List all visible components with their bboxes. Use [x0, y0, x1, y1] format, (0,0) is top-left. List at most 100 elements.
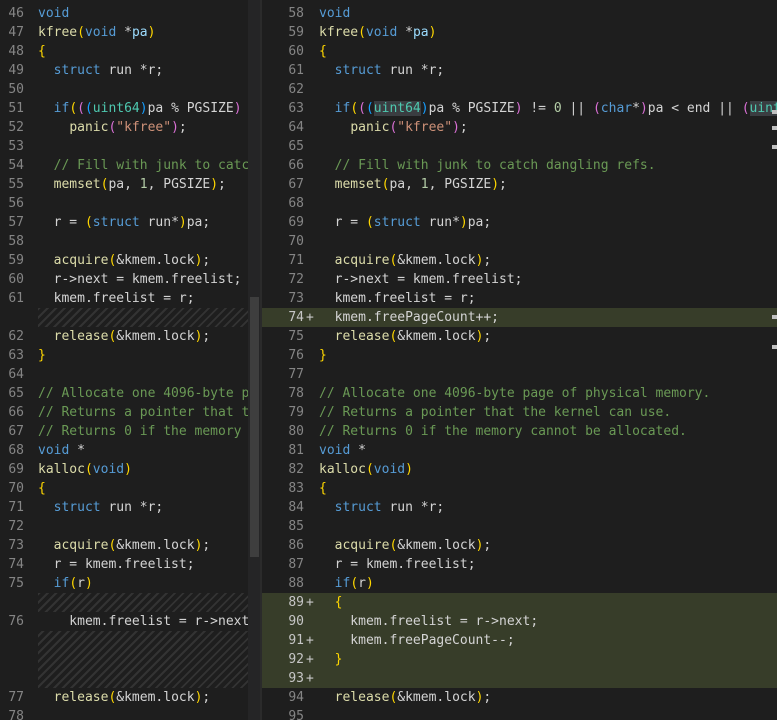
code-line[interactable]: 70: [262, 232, 777, 251]
code-line[interactable]: 67 memset(pa, 1, PGSIZE);: [262, 175, 777, 194]
code-line[interactable]: 71 struct run *r;: [0, 498, 262, 517]
code-line[interactable]: 64 panic("kfree");: [262, 118, 777, 137]
code-line[interactable]: 95: [262, 707, 777, 720]
code-line[interactable]: 63}: [0, 346, 262, 365]
code-token: &kmem.lock: [116, 253, 195, 268]
code-line[interactable]: 91 + kmem.freePageCount--;: [262, 631, 777, 650]
code-line[interactable]: 75 release(&kmem.lock);: [262, 327, 777, 346]
code-line[interactable]: 51 if(((uint64)pa % PGSIZE) !=: [0, 99, 262, 118]
line-number: 93: [288, 671, 304, 686]
code-token: ;: [202, 690, 211, 705]
line-number: 77: [288, 367, 304, 382]
code-line[interactable]: 74 + kmem.freePageCount++;: [262, 308, 777, 327]
code-token: *: [397, 25, 413, 40]
code-line[interactable]: 78 // Allocate one 4096-byte page of phys…: [262, 384, 777, 403]
code-token: *: [632, 101, 640, 116]
code-token: ): [491, 177, 500, 192]
right-editor-pane[interactable]: 58 void 59 kfree(void *pa) 60{61 struct run …: [262, 0, 777, 720]
code-line[interactable]: 72 r->next = kmem.freelist;: [262, 270, 777, 289]
code-line[interactable]: 73 acquire(&kmem.lock);: [0, 536, 262, 555]
code-line[interactable]: 66 // Fill with junk to catch dangling r…: [262, 156, 777, 175]
code-token: ): [84, 576, 93, 591]
code-line[interactable]: 59 acquire(&kmem.lock);: [0, 251, 262, 270]
code-line[interactable]: 77: [262, 365, 777, 384]
code-line[interactable]: 56: [0, 194, 262, 213]
code-token: r = kmem.freelist;: [38, 557, 195, 572]
code-line[interactable]: 83 {: [262, 479, 777, 498]
code-line[interactable]: 46 void: [0, 4, 262, 23]
code-line[interactable]: 87 r = kmem.freelist;: [262, 555, 777, 574]
code-line[interactable]: 58: [0, 232, 262, 251]
code-line[interactable]: 61 struct run *r;: [262, 61, 777, 80]
code-line[interactable]: 67 // Returns 0 if the memory ca: [0, 422, 262, 441]
code-line[interactable]: 66 // Returns a pointer that the: [0, 403, 262, 422]
code-line[interactable]: 49 struct run *r;: [0, 61, 262, 80]
code-line[interactable]: 76}: [262, 346, 777, 365]
line-number: 92: [288, 652, 304, 667]
code-line[interactable]: 85: [262, 517, 777, 536]
code-token: // Returns 0 if the memory cannot be all…: [319, 424, 687, 439]
code-line[interactable]: 57 r = (struct run*)pa;: [0, 213, 262, 232]
code-token: acquire: [334, 253, 390, 268]
code-line[interactable]: 47 kfree(void *pa): [0, 23, 262, 42]
code-line[interactable]: 73 kmem.freelist = r;: [262, 289, 777, 308]
code-line[interactable]: 69 kalloc(void): [0, 460, 262, 479]
code-line[interactable]: 84 struct run *r;: [262, 498, 777, 517]
code-line[interactable]: 78: [0, 707, 262, 720]
code-line[interactable]: 71 acquire(&kmem.lock);: [262, 251, 777, 270]
code-line[interactable]: 68 void *: [0, 441, 262, 460]
code-line[interactable]: 72: [0, 517, 262, 536]
code-line[interactable]: 64: [0, 365, 262, 384]
code-token: (: [84, 215, 93, 230]
code-line[interactable]: 70 {: [0, 479, 262, 498]
line-number: 58: [8, 234, 24, 249]
code-line[interactable]: 77 release(&kmem.lock);: [0, 688, 262, 707]
code-line[interactable]: 48 {: [0, 42, 262, 61]
code-line[interactable]: 82 kalloc(void): [262, 460, 777, 479]
code-token: (: [358, 25, 366, 40]
code-line[interactable]: 53: [0, 137, 262, 156]
code-line[interactable]: 89 + {: [262, 593, 777, 612]
code-line[interactable]: 81 void *: [262, 441, 777, 460]
code-token: struct: [53, 500, 101, 515]
code-token: &kmem.lock: [116, 538, 195, 553]
code-token: struct: [373, 215, 421, 230]
code-line[interactable]: 92 + }: [262, 650, 777, 669]
left-editor-pane[interactable]: 46 void 47 kfree(void *pa) 48{49 struct run …: [0, 0, 262, 720]
left-scrollbar-thumb[interactable]: [250, 297, 259, 557]
code-line[interactable]: 93 +: [262, 669, 777, 688]
code-token: r =: [319, 215, 366, 230]
code-line[interactable]: 63 if(((uint64)pa % PGSIZE) != 0 || (cha…: [262, 99, 777, 118]
code-line[interactable]: 55 memset(pa, 1, PGSIZE);: [0, 175, 262, 194]
code-line[interactable]: 60 {: [262, 42, 777, 61]
code-token: ): [428, 25, 437, 40]
code-line[interactable]: 90 kmem.freelist = r->next;: [262, 612, 777, 631]
code-line[interactable]: 62 release(&kmem.lock);: [0, 327, 262, 346]
code-line[interactable]: 65: [262, 137, 777, 156]
code-line[interactable]: 69 r = (struct run*)pa;: [262, 213, 777, 232]
code-line[interactable]: 62: [262, 80, 777, 99]
code-line[interactable]: 60 r->next = kmem.freelist;: [0, 270, 262, 289]
code-line[interactable]: 79 // Returns a pointer that the kernel c…: [262, 403, 777, 422]
code-line[interactable]: 88 if(r): [262, 574, 777, 593]
line-number: 80: [288, 424, 304, 439]
overview-ruler-mark: [772, 145, 777, 149]
code-line[interactable]: 68: [262, 194, 777, 213]
code-line[interactable]: 59 kfree(void *pa): [262, 23, 777, 42]
code-token: ): [459, 215, 468, 230]
line-number: 47: [8, 25, 24, 40]
code-line[interactable]: 50: [0, 80, 262, 99]
code-line[interactable]: 52 panic("kfree");: [0, 118, 262, 137]
code-line[interactable]: 76 kmem.freelist = r->next;: [0, 612, 262, 631]
code-line[interactable]: 94 release(&kmem.lock);: [262, 688, 777, 707]
code-line[interactable]: 54 // Fill with junk to catch: [0, 156, 262, 175]
code-line[interactable]: 86 acquire(&kmem.lock);: [262, 536, 777, 555]
code-line[interactable]: 80 // Returns 0 if the memory cannot be a…: [262, 422, 777, 441]
code-line[interactable]: 61 kmem.freelist = r;: [0, 289, 262, 308]
code-line[interactable]: 65 // Allocate one 4096-byte pag: [0, 384, 262, 403]
code-line[interactable]: 58 void: [262, 4, 777, 23]
code-line[interactable]: 74 r = kmem.freelist;: [0, 555, 262, 574]
line-number: 77: [8, 690, 24, 705]
code-line[interactable]: 75 if(r): [0, 574, 262, 593]
code-token: &kmem.lock: [397, 253, 476, 268]
